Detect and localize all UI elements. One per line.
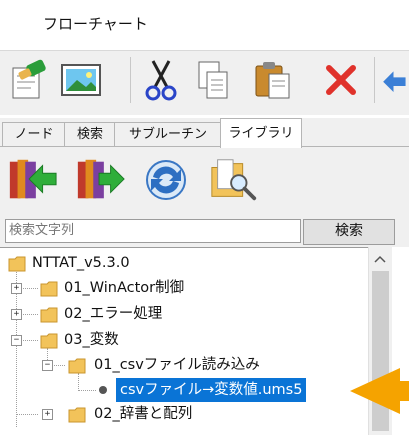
tree-node-label: 01_csvファイル読み込み xyxy=(94,357,260,373)
callout-arrow-icon xyxy=(350,368,409,414)
properties-button[interactable] xyxy=(6,57,52,103)
delete-icon xyxy=(326,65,356,95)
folder-icon xyxy=(68,358,86,374)
bullet-icon xyxy=(99,386,107,394)
tree-guide-line xyxy=(16,272,17,427)
search-input[interactable] xyxy=(5,219,301,243)
tree-guide-line xyxy=(16,414,38,415)
export-button[interactable] xyxy=(74,153,126,207)
folder-search-icon xyxy=(211,159,257,201)
folder-icon xyxy=(40,281,58,297)
tab-library[interactable]: ライブラリ xyxy=(220,118,302,148)
folder-icon xyxy=(40,333,58,349)
toolbar-separator xyxy=(130,57,131,103)
window-title: フローチャート xyxy=(43,15,148,33)
refresh-button[interactable] xyxy=(140,153,192,207)
collapse-toggle[interactable]: − xyxy=(11,335,22,346)
refresh-icon xyxy=(146,160,186,200)
search-row: 検索 xyxy=(0,215,409,247)
tree-node-label: 02_エラー処理 xyxy=(64,306,163,322)
copy-icon xyxy=(198,61,228,99)
image-button[interactable] xyxy=(58,57,104,103)
export-icon xyxy=(77,159,125,199)
tree-node-label: 03_変数 xyxy=(64,332,119,348)
tree-guide-line xyxy=(78,373,79,391)
tree-node-label: NTTAT_v5.3.0 xyxy=(32,255,130,271)
expand-toggle[interactable]: + xyxy=(11,309,22,320)
import-button[interactable] xyxy=(6,153,58,207)
toolbar-separator xyxy=(374,57,375,103)
tree-node-label: 01_WinActor制御 xyxy=(64,280,185,296)
tab-subroutine[interactable]: サブルーチン xyxy=(114,122,222,147)
tree-node-label-selected: csvファイル→変数値.ums5 xyxy=(116,378,307,402)
import-icon xyxy=(9,159,57,199)
expand-toggle[interactable]: + xyxy=(11,283,22,294)
paste-icon xyxy=(255,62,290,99)
scroll-up-icon[interactable] xyxy=(374,255,386,263)
cut-button[interactable] xyxy=(138,57,184,103)
search-button[interactable]: 検索 xyxy=(303,219,395,245)
panel-tabs: ノード 検索 サブルーチン ライブラリ xyxy=(0,118,409,148)
tab-node[interactable]: ノード xyxy=(2,122,66,147)
library-tree: NTTAT_v5.3.0 + 01_WinActor制御 + 02_エラー処理 … xyxy=(0,247,368,436)
undo-button[interactable] xyxy=(378,57,409,103)
tree-node-label: 02_辞書と配列 xyxy=(94,406,193,422)
paste-button[interactable] xyxy=(250,57,296,103)
main-toolbar xyxy=(0,50,409,115)
copy-button[interactable] xyxy=(190,57,236,103)
title-bar: フローチャート xyxy=(0,0,409,50)
folder-icon xyxy=(8,256,26,272)
folder-icon xyxy=(68,407,86,423)
image-icon xyxy=(61,64,101,96)
folder-search-button[interactable] xyxy=(208,153,260,207)
undo-icon xyxy=(383,71,406,93)
properties-icon xyxy=(12,59,46,99)
expand-toggle[interactable]: + xyxy=(42,409,53,420)
library-toolbar xyxy=(0,147,409,215)
folder-icon xyxy=(40,307,58,323)
scissors-icon xyxy=(145,60,177,101)
tab-search[interactable]: 検索 xyxy=(64,122,116,147)
delete-button[interactable] xyxy=(318,57,364,103)
collapse-toggle[interactable]: − xyxy=(42,360,53,371)
tree-guide-line xyxy=(78,390,96,391)
